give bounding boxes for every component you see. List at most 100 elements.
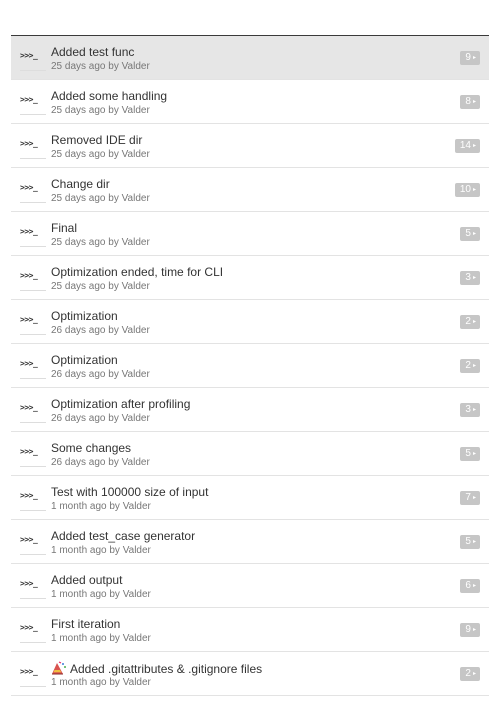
commit-meta: 26 days ago by Valder <box>51 369 150 380</box>
commit-message[interactable]: Added test func <box>51 45 134 59</box>
commit-row[interactable]: >>>_ Added output 1 month ago by Valder … <box>11 564 489 608</box>
commit-meta: 25 days ago by Valder <box>51 281 150 292</box>
expand-arrow-icon: ▸ <box>472 275 476 281</box>
commit-meta: 1 month ago by Valder <box>51 677 151 688</box>
avatar[interactable]: >>>_ <box>20 309 46 335</box>
expand-arrow-icon: ▸ <box>472 319 476 325</box>
commit-message[interactable]: Added some handling <box>51 89 167 103</box>
commit-message[interactable]: Added output <box>51 573 122 587</box>
avatar[interactable]: >>>_ <box>20 529 46 555</box>
avatar[interactable]: >>>_ <box>20 661 46 687</box>
expand-arrow-icon: ▸ <box>472 451 476 457</box>
commit-row[interactable]: >>>_ Some changes 26 days ago by Valder … <box>11 432 489 476</box>
avatar[interactable]: >>>_ <box>20 441 46 467</box>
commit-row[interactable]: >>>_ Optimization ended, time for CLI 25… <box>11 256 489 300</box>
commit-message[interactable]: Optimization after profiling <box>51 397 190 411</box>
commit-count-badge[interactable]: 8 ▸ <box>460 95 480 109</box>
avatar[interactable]: >>>_ <box>20 353 46 379</box>
commit-message-text[interactable]: Optimization <box>51 353 118 367</box>
commit-count-badge[interactable]: 14 ▸ <box>454 139 480 153</box>
commit-count-badge[interactable]: 5 ▸ <box>460 535 480 549</box>
commit-message-text[interactable]: Optimization after profiling <box>51 397 190 411</box>
commit-count-badge[interactable]: 5 ▸ <box>460 227 480 241</box>
commit-message-text[interactable]: Some changes <box>51 441 131 455</box>
commit-meta: 26 days ago by Valder <box>51 413 150 424</box>
avatar[interactable]: >>>_ <box>20 573 46 599</box>
commit-message-text[interactable]: Optimization <box>51 309 118 323</box>
avatar[interactable]: >>>_ <box>20 45 46 71</box>
commit-message[interactable]: Test with 100000 size of input <box>51 485 208 499</box>
commit-message-text[interactable]: Added test func <box>51 45 134 59</box>
commit-count-badge[interactable]: 9 ▸ <box>460 51 480 65</box>
commit-count-badge[interactable]: 2 ▸ <box>460 667 480 681</box>
commit-message[interactable]: Some changes <box>51 441 131 455</box>
commit-count: 7 <box>465 492 471 503</box>
commit-count-badge[interactable]: 2 ▸ <box>460 359 480 373</box>
commit-row[interactable]: >>>_ Test with 100000 size of input 1 mo… <box>11 476 489 520</box>
commit-message[interactable]: Optimization ended, time for CLI <box>51 265 223 279</box>
terminal-avatar-icon: >>>_ <box>20 403 38 412</box>
avatar[interactable]: >>>_ <box>20 133 46 159</box>
commit-message-text[interactable]: Optimization ended, time for CLI <box>51 265 223 279</box>
terminal-avatar-icon: >>>_ <box>20 227 38 236</box>
avatar[interactable]: >>>_ <box>20 89 46 115</box>
commit-row[interactable]: >>>_ Change dir 25 days ago by Valder 10… <box>11 168 489 212</box>
commit-row[interactable]: >>>_ Removed IDE dir 25 days ago by Vald… <box>11 124 489 168</box>
terminal-avatar-icon: >>>_ <box>20 139 38 148</box>
commit-row[interactable]: >>>_ First iteration 1 month ago by Vald… <box>11 608 489 652</box>
terminal-avatar-icon: >>>_ <box>20 447 38 456</box>
avatar[interactable]: >>>_ <box>20 265 46 291</box>
avatar[interactable]: >>>_ <box>20 177 46 203</box>
avatar[interactable]: >>>_ <box>20 221 46 247</box>
tada-emoji-icon <box>52 661 66 675</box>
commit-message-text[interactable]: First iteration <box>51 617 120 631</box>
commit-meta: 25 days ago by Valder <box>51 105 150 116</box>
commit-message-text[interactable]: Added output <box>51 573 122 587</box>
commit-message-text[interactable]: Added test_case generator <box>51 529 195 543</box>
commit-message[interactable]: Added .gitattributes & .gitignore files <box>51 661 262 676</box>
commit-message-text[interactable]: Added some handling <box>51 89 167 103</box>
commit-count: 9 <box>465 52 471 63</box>
commit-message-text[interactable]: Added .gitattributes & .gitignore files <box>70 662 262 676</box>
commit-row[interactable]: >>>_ Added test func 25 days ago by Vald… <box>11 36 489 80</box>
commit-row[interactable]: >>>_ Optimization 26 days ago by Valder … <box>11 344 489 388</box>
commit-message[interactable]: Change dir <box>51 177 110 191</box>
commit-message[interactable]: Final <box>51 221 77 235</box>
terminal-avatar-icon: >>>_ <box>20 491 38 500</box>
commit-message-text[interactable]: Change dir <box>51 177 110 191</box>
commit-count-badge[interactable]: 10 ▸ <box>454 183 480 197</box>
commit-count-badge[interactable]: 5 ▸ <box>460 447 480 461</box>
commit-count: 5 <box>465 536 471 547</box>
commit-message[interactable]: Optimization <box>51 309 118 323</box>
commit-row[interactable]: >>>_ Final 25 days ago by Valder 5 ▸ <box>11 212 489 256</box>
terminal-avatar-icon: >>>_ <box>20 51 38 60</box>
commit-count-badge[interactable]: 9 ▸ <box>460 623 480 637</box>
commit-meta: 1 month ago by Valder <box>51 501 151 512</box>
avatar[interactable]: >>>_ <box>20 397 46 423</box>
commit-message[interactable]: Added test_case generator <box>51 529 195 543</box>
commit-row[interactable]: >>>_ Added some handling 25 days ago by … <box>11 80 489 124</box>
commit-count-badge[interactable]: 6 ▸ <box>460 579 480 593</box>
commit-count: 5 <box>465 448 471 459</box>
commit-count: 5 <box>465 228 471 239</box>
commit-row[interactable]: >>>_ Added test_case generator 1 month a… <box>11 520 489 564</box>
commit-count-badge[interactable]: 3 ▸ <box>460 403 480 417</box>
commit-message-text[interactable]: Test with 100000 size of input <box>51 485 208 499</box>
commit-count: 14 <box>459 140 471 151</box>
avatar[interactable]: >>>_ <box>20 617 46 643</box>
commit-message[interactable]: First iteration <box>51 617 120 631</box>
commit-row[interactable]: >>>_ Added .gitattributes & .gitignore f… <box>11 652 489 696</box>
expand-arrow-icon: ▸ <box>472 55 476 61</box>
commit-count-badge[interactable]: 2 ▸ <box>460 315 480 329</box>
commit-count-badge[interactable]: 3 ▸ <box>460 271 480 285</box>
commit-message-text[interactable]: Final <box>51 221 77 235</box>
commit-count-badge[interactable]: 7 ▸ <box>460 491 480 505</box>
commit-row[interactable]: >>>_ Optimization after profiling 26 day… <box>11 388 489 432</box>
avatar[interactable]: >>>_ <box>20 485 46 511</box>
commit-message[interactable]: Removed IDE dir <box>51 133 142 147</box>
commit-row[interactable]: >>>_ Optimization 26 days ago by Valder … <box>11 300 489 344</box>
commit-meta: 1 month ago by Valder <box>51 589 151 600</box>
expand-arrow-icon: ▸ <box>472 187 476 193</box>
commit-message[interactable]: Optimization <box>51 353 118 367</box>
commit-message-text[interactable]: Removed IDE dir <box>51 133 142 147</box>
